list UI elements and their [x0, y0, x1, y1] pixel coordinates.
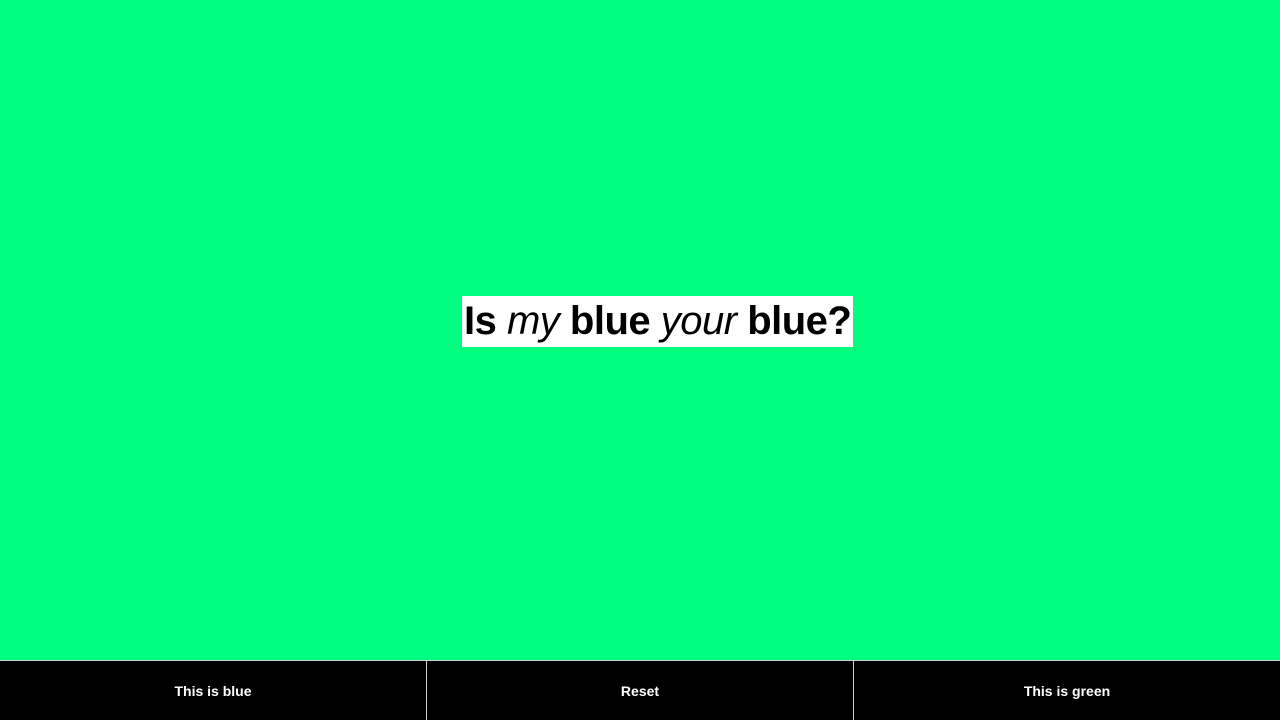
title-text-is: Is	[464, 299, 507, 343]
title-text-blue-question: blue?	[736, 299, 852, 343]
page-title: Is my blue your blue?	[462, 296, 854, 347]
color-stage: Is my blue your blue?	[0, 0, 1280, 660]
title-text-my: my	[506, 299, 560, 343]
reset-button[interactable]: Reset	[426, 660, 853, 720]
this-is-blue-button[interactable]: This is blue	[0, 660, 426, 720]
title-text-blue: blue	[559, 299, 661, 343]
title-text-your: your	[660, 299, 737, 343]
answer-controls: This is blue Reset This is green	[0, 660, 1280, 720]
this-is-green-button[interactable]: This is green	[853, 660, 1280, 720]
